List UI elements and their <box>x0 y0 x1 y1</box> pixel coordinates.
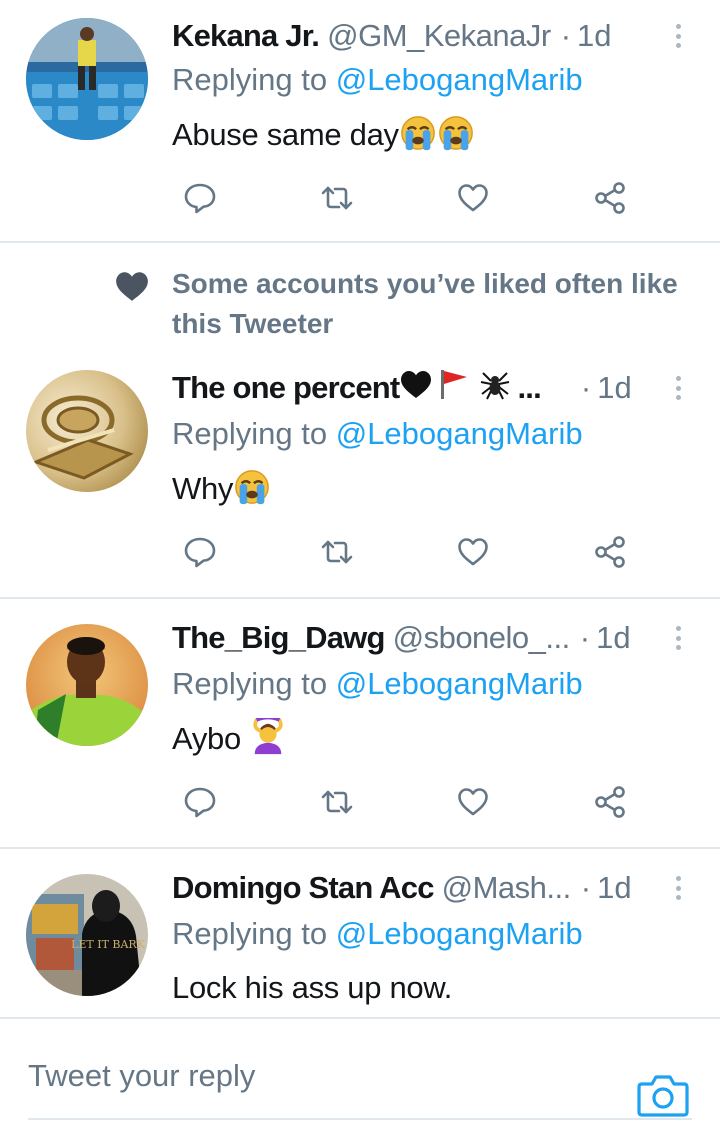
timestamp[interactable]: 1d <box>596 620 630 656</box>
timestamp[interactable]: 1d <box>597 870 631 906</box>
replying-to-label: Replying to <box>172 666 336 701</box>
tweet-2[interactable]: The one percent ... · 1d Replying to @Le… <box>0 352 720 598</box>
share-button[interactable] <box>580 782 640 822</box>
spider-icon <box>479 367 511 409</box>
like-button[interactable] <box>443 532 503 572</box>
retweet-icon <box>321 790 352 814</box>
share-icon <box>595 182 625 214</box>
tweet-header: The one percent ... · 1d <box>172 366 676 410</box>
mention-link[interactable]: @LebogangMarib <box>336 416 583 451</box>
black-heart-icon <box>399 368 433 408</box>
like-button[interactable] <box>443 178 503 218</box>
replying-to-label: Replying to <box>172 416 336 451</box>
tweet-header: Kekana Jr. @GM_KekanaJr · 1d <box>172 14 676 58</box>
retweet-icon <box>321 540 352 564</box>
tweet-1[interactable]: Kekana Jr. @GM_KekanaJr · 1d Replying to… <box>0 0 720 242</box>
tweet-text: Lock his ass up now. <box>172 970 453 1005</box>
tweet-text: Abuse same day <box>172 114 475 160</box>
woman-gesturing-ok-icon <box>249 715 287 764</box>
reply-input-underline <box>28 1118 692 1120</box>
loudly-crying-face-icon <box>233 468 271 514</box>
camera-icon[interactable] <box>636 1072 690 1118</box>
red-flag-icon <box>437 367 471 409</box>
tweet-text: Why <box>172 468 271 514</box>
loudly-crying-face-icon <box>437 114 475 160</box>
replying-to: Replying to @LebogangMarib <box>172 416 583 452</box>
tweet-header: Domingo Stan Acc @Mash... · 1d <box>172 866 676 910</box>
separator: · <box>579 620 591 655</box>
tweet-actions <box>170 178 640 218</box>
share-button[interactable] <box>580 532 640 572</box>
display-name[interactable]: Kekana Jr. <box>172 18 320 54</box>
replying-to: Replying to @LebogangMarib <box>172 666 583 702</box>
avatar[interactable] <box>26 370 148 492</box>
separator: · <box>580 870 592 905</box>
separator: · <box>580 370 592 405</box>
reply-button[interactable] <box>170 532 230 572</box>
handle[interactable]: @Mash... <box>442 870 572 906</box>
retweet-icon <box>321 186 352 210</box>
tweet-text-body: Abuse same day <box>172 117 399 153</box>
heart-icon <box>116 272 148 301</box>
avatar[interactable]: LET IT BARK <box>26 874 148 996</box>
tweet-actions <box>170 532 640 572</box>
share-icon <box>595 786 625 818</box>
loudly-crying-face-icon <box>399 114 437 160</box>
more-options-icon[interactable] <box>676 626 681 650</box>
mention-link[interactable]: @LebogangMarib <box>336 666 583 701</box>
more-options-icon[interactable] <box>676 24 681 48</box>
share-icon <box>595 536 625 568</box>
tweet-text: Aybo <box>172 715 287 764</box>
avatar[interactable] <box>26 18 148 140</box>
reply-composer: Tweet your reply <box>0 1020 720 1132</box>
reply-button[interactable] <box>170 782 230 822</box>
like-icon <box>458 788 489 816</box>
social-context-text: Some accounts you’ve liked often like th… <box>172 268 678 339</box>
retweet-button[interactable] <box>307 178 367 218</box>
display-name[interactable]: The_Big_Dawg <box>172 620 385 656</box>
like-icon <box>458 184 489 212</box>
replying-to: Replying to @LebogangMarib <box>172 916 583 952</box>
divider <box>0 241 720 243</box>
reply-icon <box>184 787 216 818</box>
replying-to-label: Replying to <box>172 916 336 951</box>
share-button[interactable] <box>580 178 640 218</box>
reply-input[interactable]: Tweet your reply <box>28 1058 255 1094</box>
like-button[interactable] <box>443 782 503 822</box>
retweet-button[interactable] <box>307 782 367 822</box>
timestamp[interactable]: 1d <box>577 18 611 54</box>
avatar[interactable] <box>26 624 148 746</box>
mention-link[interactable]: @LebogangMarib <box>336 916 583 951</box>
divider <box>0 1017 720 1019</box>
separator: · <box>560 18 572 53</box>
like-icon <box>458 538 489 566</box>
tweet-4[interactable]: LET IT BARK Domingo Stan Acc @Mash... · … <box>0 850 720 1020</box>
reply-icon <box>184 537 216 568</box>
social-context: Some accounts you’ve liked often like th… <box>0 262 720 352</box>
reply-icon <box>184 183 216 214</box>
timestamp[interactable]: 1d <box>597 370 631 406</box>
tweet-text-body: Why <box>172 471 234 507</box>
display-name[interactable]: The one percent <box>172 370 400 406</box>
retweet-button[interactable] <box>307 532 367 572</box>
divider <box>0 597 720 599</box>
tweet-3[interactable]: The_Big_Dawg @sbonelo_... · 1d Replying … <box>0 600 720 848</box>
tweet-text-body: Aybo <box>172 721 250 757</box>
handle[interactable]: @sbonelo_... <box>393 620 571 656</box>
handle[interactable]: @GM_KekanaJr <box>327 18 551 54</box>
display-name[interactable]: Domingo Stan Acc <box>172 870 434 906</box>
mention-link[interactable]: @LebogangMarib <box>336 62 583 97</box>
divider <box>0 847 720 849</box>
reply-button[interactable] <box>170 178 230 218</box>
tweet-actions <box>170 782 640 822</box>
replying-to-label: Replying to <box>172 62 336 97</box>
tweet-header: The_Big_Dawg @sbonelo_... · 1d <box>172 616 676 660</box>
more-options-icon[interactable] <box>676 376 681 400</box>
avatar-text: LET IT BARK <box>71 938 146 951</box>
replying-to: Replying to @LebogangMarib <box>172 62 583 98</box>
name-ellipsis: ... <box>517 370 541 405</box>
more-options-icon[interactable] <box>676 876 681 900</box>
